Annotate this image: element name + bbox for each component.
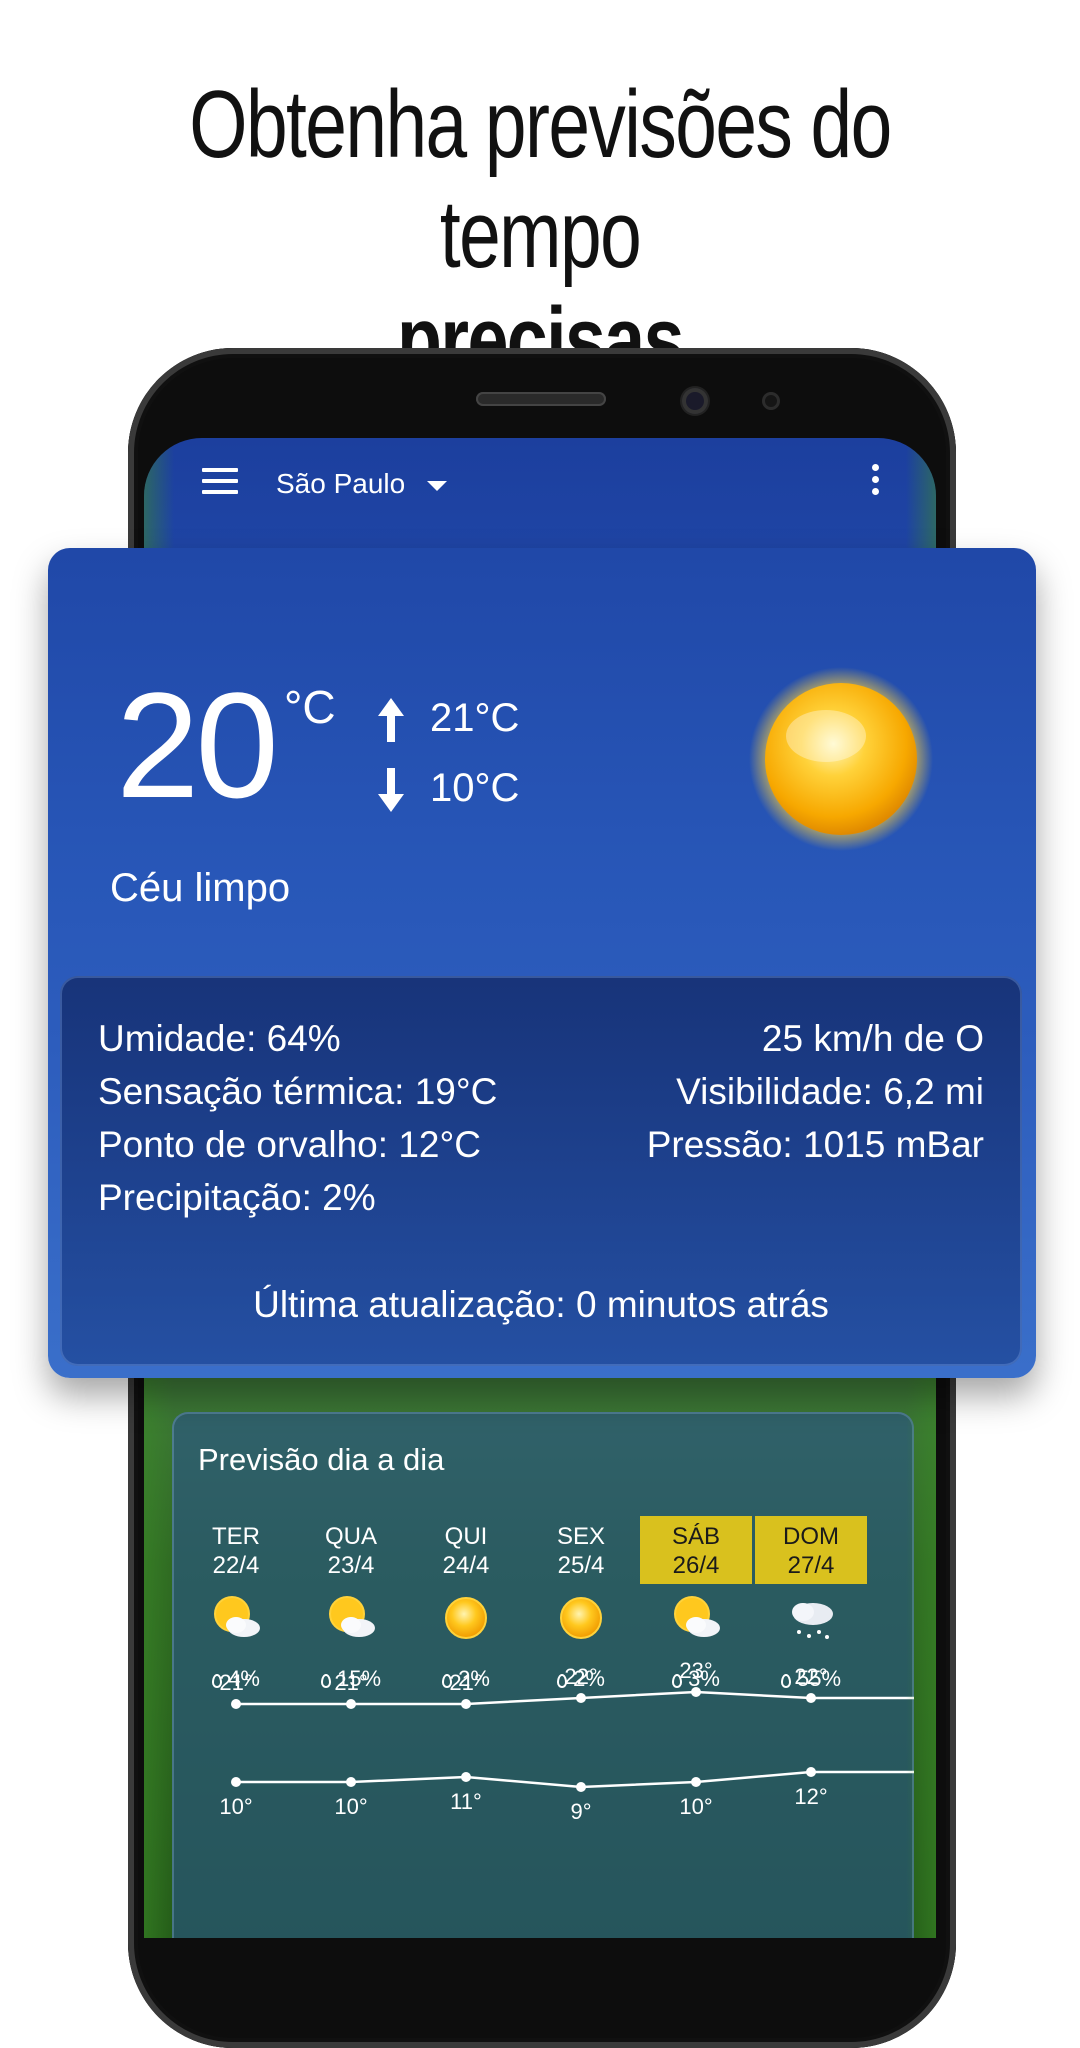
high-label: 21° xyxy=(219,1670,252,1695)
app-bar: São Paulo xyxy=(144,438,936,548)
high-temperature-value: 21°C xyxy=(430,696,520,740)
high-label: 21° xyxy=(334,1670,367,1695)
forecast-weekday: QUA xyxy=(324,1523,377,1550)
detail-line: Umidade: 64% xyxy=(98,1018,341,1059)
forecast-date: 23/4 xyxy=(327,1552,375,1579)
promo-headline: Obtenha previsões do tempo precisas xyxy=(0,70,1080,390)
low-point xyxy=(806,1767,816,1777)
forecast-weekday: SÁB xyxy=(671,1523,721,1550)
phone-sensor xyxy=(762,392,780,410)
low-label: 10° xyxy=(334,1794,367,1819)
arrow-down-icon xyxy=(378,768,404,813)
high-point xyxy=(461,1699,471,1709)
detail-line: Sensação térmica: 19°C xyxy=(98,1071,498,1112)
last-updated: Última atualização: 0 minutos atrás xyxy=(253,1284,829,1325)
forecast-date: 24/4 xyxy=(442,1552,490,1579)
forecast-day-label: SEX 25/4 xyxy=(525,1516,637,1584)
low-label: 9° xyxy=(570,1799,591,1824)
forecast-weekday: DOM xyxy=(783,1523,839,1550)
high-label: 23° xyxy=(679,1658,712,1683)
phone-speaker xyxy=(476,392,606,406)
hamburger-menu-icon[interactable] xyxy=(202,468,238,496)
arrow-up-icon xyxy=(378,698,404,743)
low-label: 10° xyxy=(219,1794,252,1819)
forecast-title: Previsão dia a dia xyxy=(198,1442,445,1477)
detail-line: 25 km/h de O xyxy=(761,1018,984,1059)
high-point xyxy=(576,1693,586,1703)
forecast-weekday: TER xyxy=(212,1523,260,1550)
high-point xyxy=(806,1693,816,1703)
forecast-date: 27/4 xyxy=(787,1552,835,1579)
weather-condition: Céu limpo xyxy=(110,866,291,910)
forecast-day-label: QUA 23/4 xyxy=(295,1516,407,1584)
forecast-date: 22/4 xyxy=(212,1552,260,1579)
detail-line: Ponto de orvalho: 12°C xyxy=(98,1124,481,1165)
forecast-day-label: DOM 27/4 xyxy=(755,1516,867,1584)
detail-line: Pressão: 1015 mBar xyxy=(646,1124,984,1165)
city-name: São Paulo xyxy=(276,468,406,499)
weather-details: Umidade: 64% Sensação térmica: 19°C Ponto … xyxy=(60,976,1022,1366)
detail-line: Precipitação: 2% xyxy=(98,1177,376,1218)
daily-forecast-panel: Previsão dia a dia TER 22/4 4% QUA 23/4 15% QU… xyxy=(172,1412,914,1938)
high-label: 21° xyxy=(449,1670,482,1695)
details-right-column: 25 km/h de O Visibilidade: 6,2 mi Pressão:… xyxy=(647,1012,984,1171)
detail-line: Visibilidade: 6,2 mi xyxy=(676,1071,984,1112)
temperature-unit: °C xyxy=(284,681,336,733)
sun-icon xyxy=(749,667,933,851)
current-weather-card[interactable]: 20 °C 21°C 10°C Céu limpo Umidade: 64% Se… xyxy=(48,548,1036,1378)
details-left-column: Umidade: 64% Sensação térmica: 19°C Ponto … xyxy=(98,1012,497,1224)
low-point xyxy=(461,1772,471,1782)
phone-camera xyxy=(682,388,708,414)
low-label: 11° xyxy=(450,1789,482,1814)
forecast-day-label: QUI 24/4 xyxy=(410,1516,522,1584)
high-point xyxy=(691,1687,701,1697)
low-point xyxy=(231,1777,241,1787)
low-label: 12° xyxy=(794,1784,827,1809)
headline-line-1: Obtenha previsões do tempo xyxy=(189,71,892,288)
forecast-date: 25/4 xyxy=(557,1552,605,1579)
low-point xyxy=(576,1782,586,1792)
low-temperature-value: 10°C xyxy=(430,766,520,810)
temperature-chart: 21° 21° 21° 22° 23° 22° 10° 10° 11° 9° 10° 12° xyxy=(219,1658,914,1824)
high-label: 22° xyxy=(794,1664,827,1689)
low-label: 10° xyxy=(679,1794,712,1819)
city-selector[interactable]: São Paulo xyxy=(276,468,448,500)
forecast-day-label: SÁB 26/4 xyxy=(640,1516,752,1584)
high-label: 22° xyxy=(564,1664,597,1689)
current-temperature: 20 xyxy=(116,661,279,829)
forecast-weekday: SEX xyxy=(556,1523,606,1550)
low-point xyxy=(691,1777,701,1787)
forecast-day-label: TER 22/4 xyxy=(180,1516,292,1584)
forecast-weekday: QUI xyxy=(444,1523,488,1550)
more-options-icon[interactable] xyxy=(870,464,880,500)
forecast-date: 26/4 xyxy=(672,1552,720,1579)
low-temperature: 10°C xyxy=(376,766,520,813)
high-point xyxy=(231,1699,241,1709)
low-point xyxy=(346,1777,356,1787)
high-temperature: 21°C xyxy=(376,696,520,743)
dropdown-caret-icon xyxy=(427,480,448,491)
high-point xyxy=(346,1699,356,1709)
